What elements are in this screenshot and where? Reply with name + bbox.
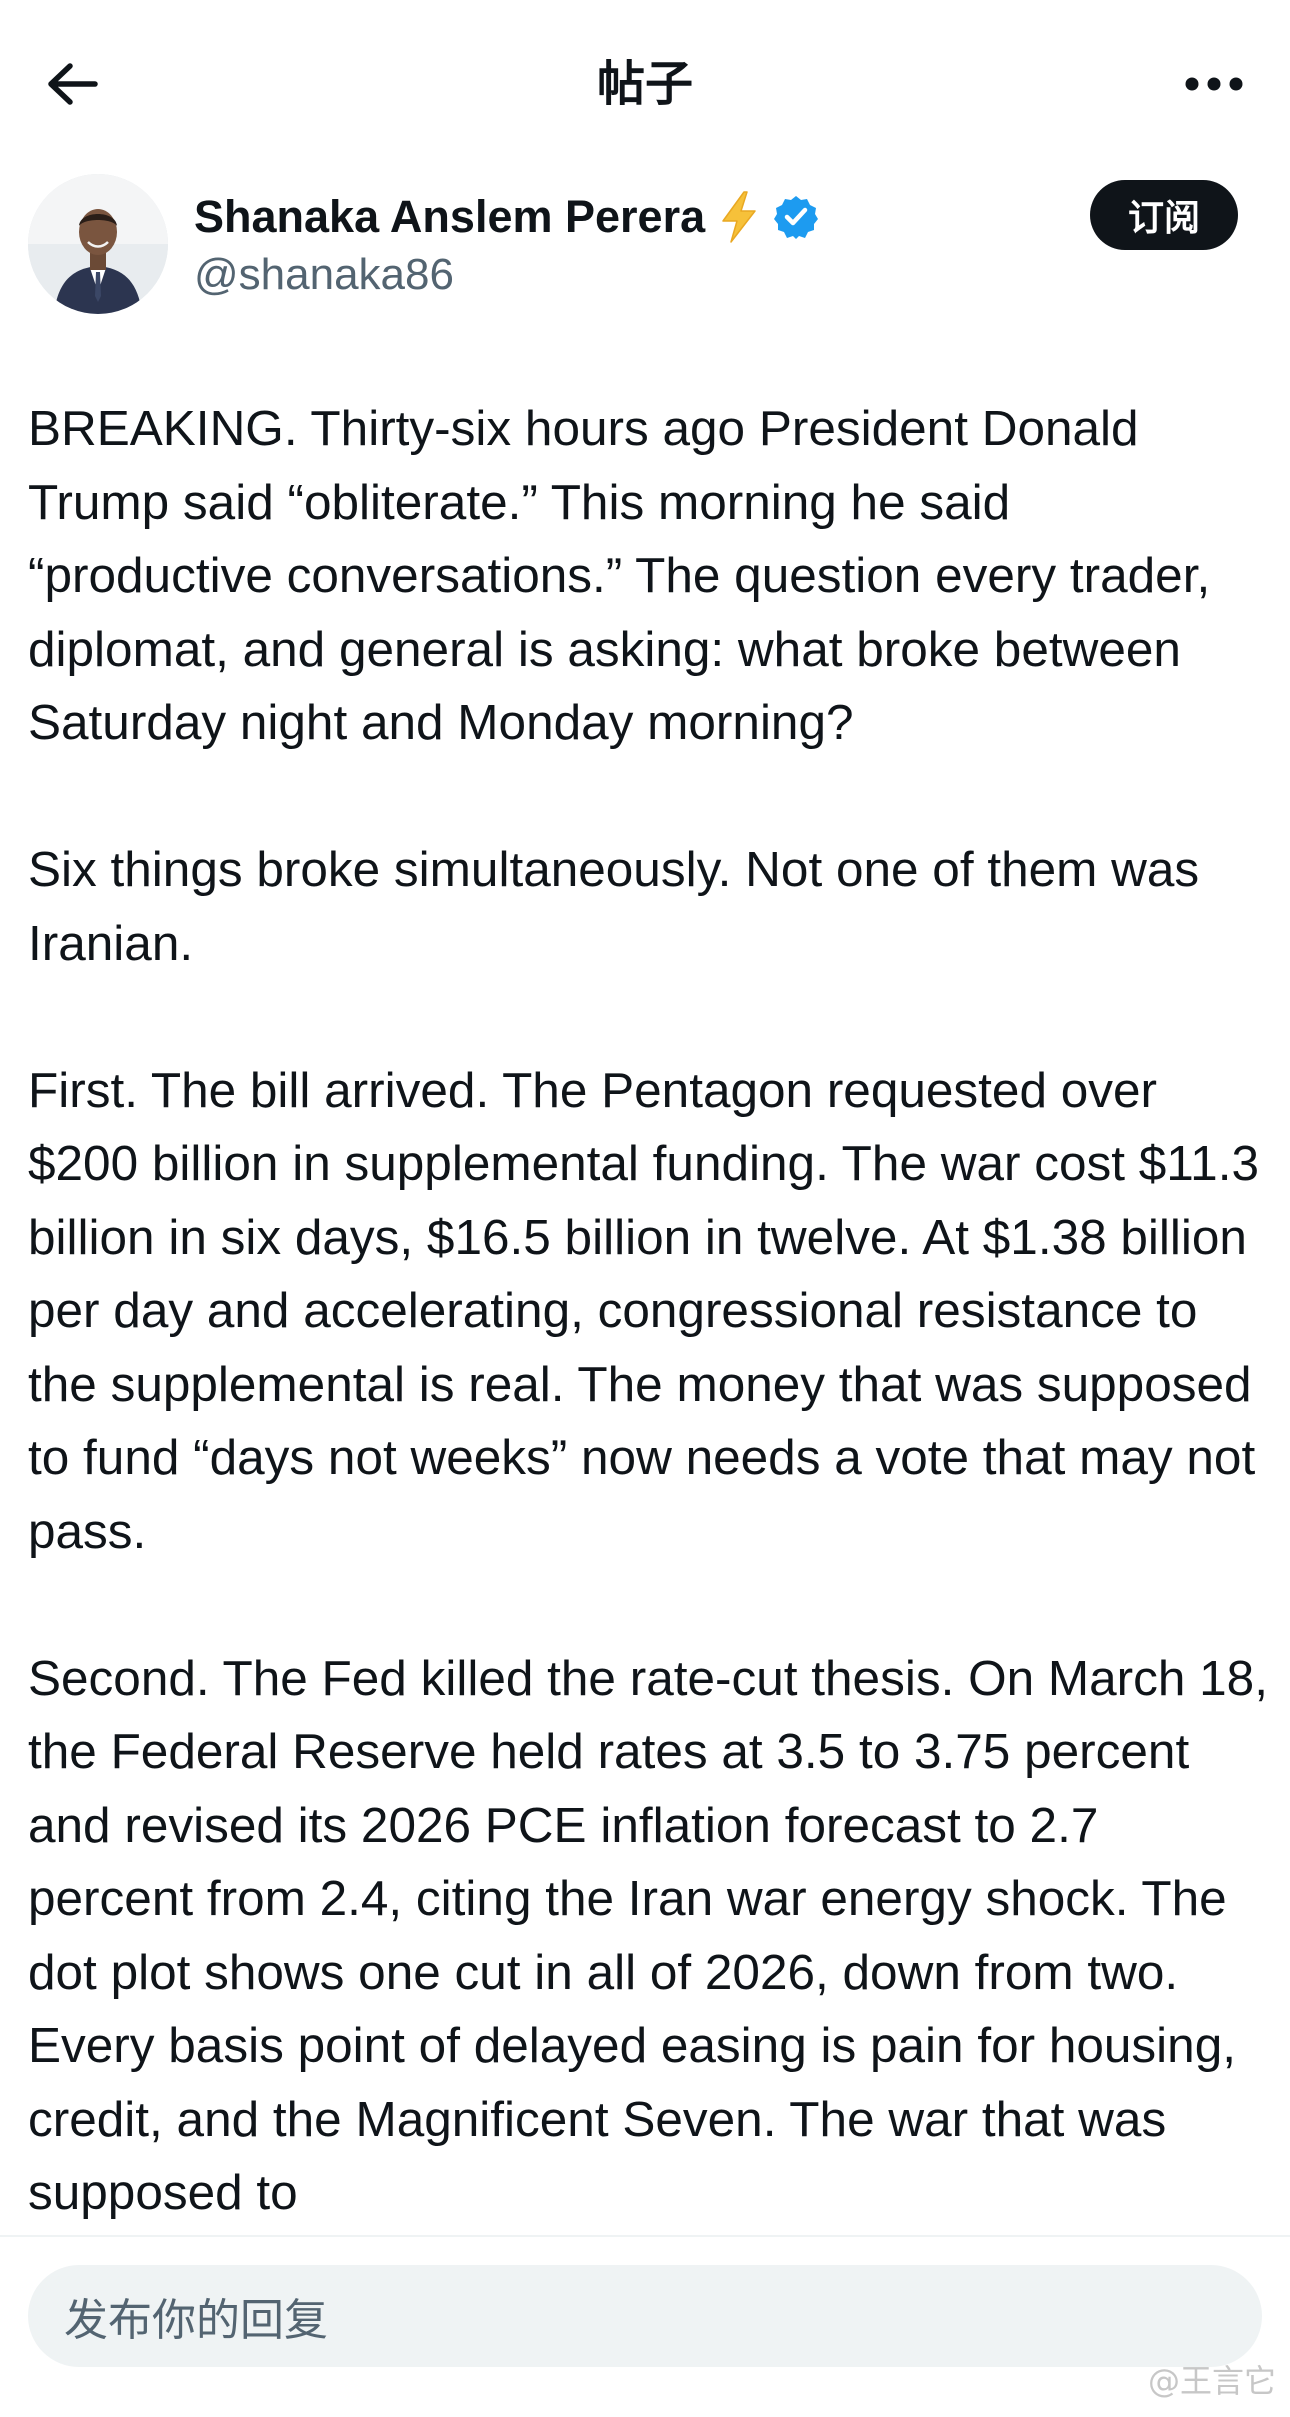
page-title: 帖子 xyxy=(596,56,693,112)
author-name[interactable]: Shanaka Anslem Perera xyxy=(194,191,705,243)
reply-bar: 发布你的回复 xyxy=(0,2237,1290,2417)
reply-input[interactable]: 发布你的回复 xyxy=(28,2265,1262,2367)
avatar-photo xyxy=(28,174,168,314)
post-body: BREAKING. Thirty-six hours ago President… xyxy=(28,392,1268,2303)
verified-badge-icon xyxy=(773,194,819,240)
post-paragraph: Second. The Fed killed the rate-cut thes… xyxy=(28,1650,1268,2221)
author-name-line: Shanaka Anslem Perera xyxy=(194,186,819,248)
author-row: Shanaka Anslem Perera @shanaka86 订阅 xyxy=(0,170,1290,320)
top-navigation-bar: 帖子 xyxy=(0,0,1290,170)
more-options-button[interactable] xyxy=(1178,52,1250,116)
avatar[interactable] xyxy=(28,174,168,314)
author-handle[interactable]: @shanaka86 xyxy=(194,250,454,300)
lightning-icon xyxy=(719,190,759,244)
more-horizontal-icon xyxy=(1185,77,1243,91)
watermark: @王言它 xyxy=(1147,2362,1276,2400)
post-paragraph: BREAKING. Thirty-six hours ago President… xyxy=(28,401,1211,750)
post-paragraph: First. The bill arrived. The Pentagon re… xyxy=(28,1062,1259,1559)
reply-placeholder: 发布你的回复 xyxy=(64,2295,328,2346)
subscribe-button[interactable]: 订阅 xyxy=(1090,180,1238,250)
post-paragraph: Six things broke simultaneously. Not one… xyxy=(28,842,1200,971)
